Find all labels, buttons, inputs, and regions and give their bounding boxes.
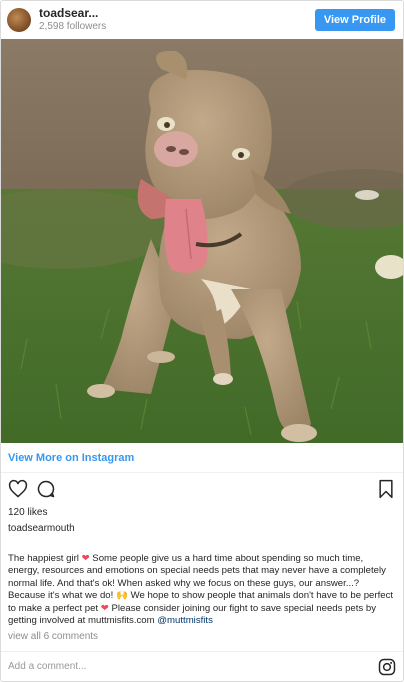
view-more-link[interactable]: View More on Instagram	[8, 452, 134, 464]
view-profile-button[interactable]: View Profile	[314, 9, 395, 31]
username[interactable]: toadsear...	[39, 7, 106, 20]
add-comment-bar: Add a comment...	[1, 651, 403, 681]
action-bar	[1, 473, 403, 505]
mention-link[interactable]: @muttmisfits	[157, 615, 213, 626]
post-photo[interactable]	[1, 39, 403, 443]
follower-count: 2,598 followers	[39, 21, 107, 32]
view-more-bar: View More on Instagram	[1, 443, 403, 473]
red-heart-emoji: ❤	[81, 553, 90, 564]
post-owner[interactable]: toadsearmouth	[1, 521, 403, 539]
view-comments-link[interactable]: view all 6 comments	[1, 627, 403, 645]
dog-photo	[1, 39, 403, 443]
account-info: toadsear... 2,598 followers	[39, 7, 106, 33]
red-heart-emoji: ❤	[100, 602, 109, 614]
raised-hands-emoji: 🙌	[115, 590, 128, 602]
instagram-logo-icon[interactable]	[378, 658, 396, 676]
caption-text: The happiest girl	[8, 553, 82, 564]
avatar[interactable]	[7, 8, 31, 32]
caption: The happiest girl ❤ Some people give us …	[1, 539, 403, 627]
post-header: toadsear... 2,598 followers View Profile	[1, 1, 403, 39]
heart-outline-icon[interactable]	[7, 478, 29, 500]
bookmark-icon[interactable]	[375, 478, 397, 500]
like-count[interactable]: 120 likes	[1, 505, 403, 521]
instagram-embed: toadsear... 2,598 followers View Profile	[0, 0, 404, 682]
comment-bubble-icon[interactable]	[35, 478, 57, 500]
add-comment-input[interactable]: Add a comment...	[8, 661, 378, 672]
